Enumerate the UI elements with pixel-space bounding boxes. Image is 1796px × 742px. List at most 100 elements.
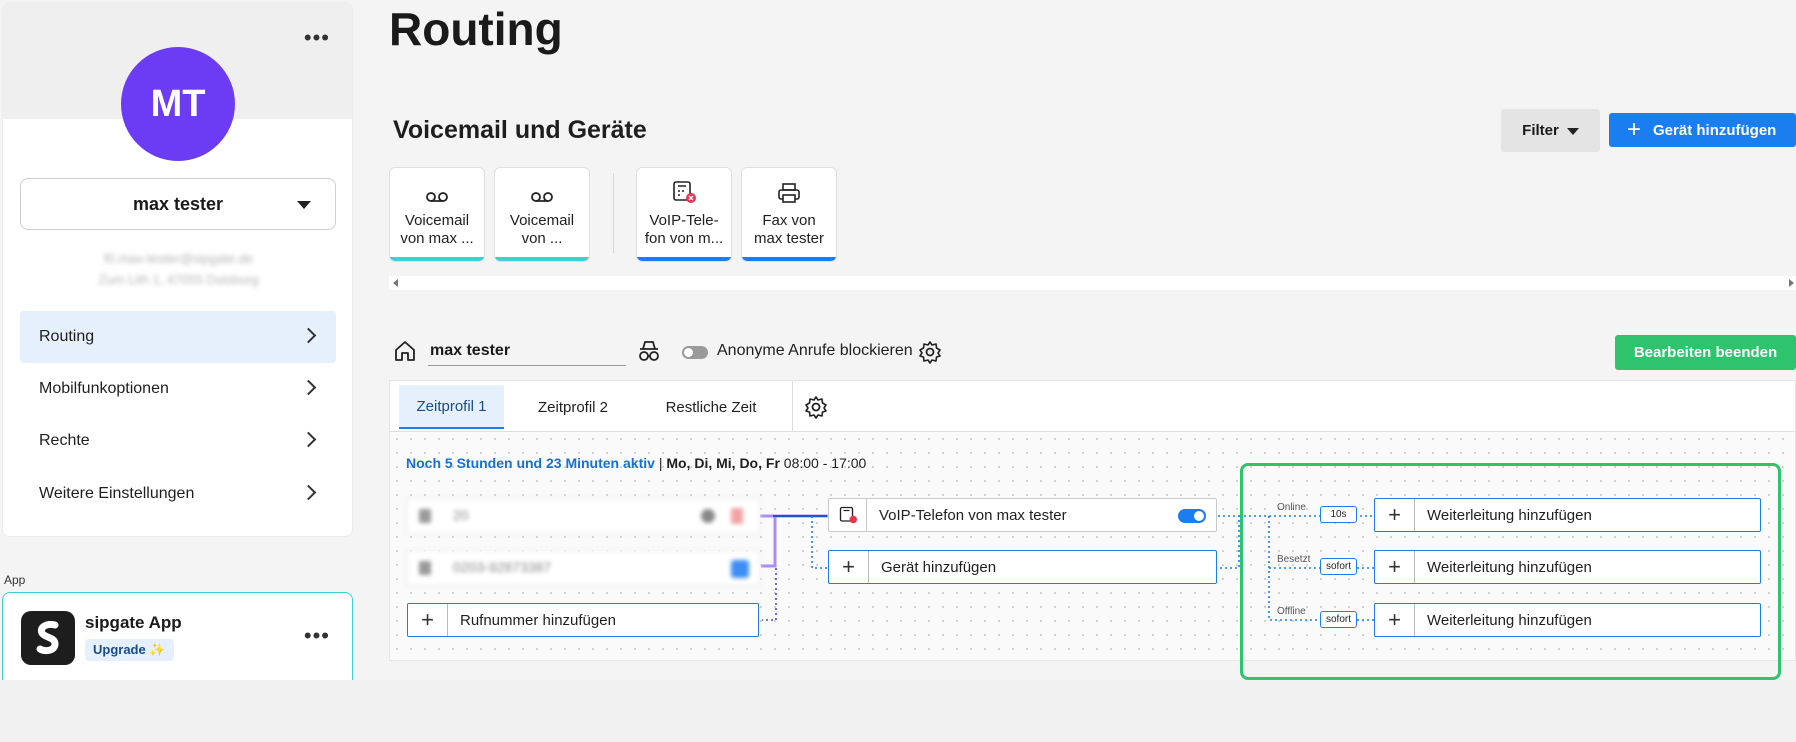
chevron-right-icon <box>300 379 317 396</box>
filter-label: Filter <box>1522 122 1559 139</box>
finish-editing-button[interactable]: Bearbeiten beenden <box>1615 335 1796 370</box>
sidebar-item-label: Rechte <box>39 432 90 449</box>
phone-number-row[interactable]: 20 <box>406 498 760 534</box>
add-device-button[interactable]: + Gerät hinzufügen <box>1609 113 1796 147</box>
plus-icon: + <box>1627 116 1642 143</box>
delete-icon[interactable] <box>731 508 743 524</box>
plus-icon: + <box>1375 499 1415 531</box>
app-card[interactable]: sipgate App Upgrade ✨ ••• <box>2 592 353 682</box>
phone-number: 20 <box>453 507 469 523</box>
upgrade-badge[interactable]: Upgrade ✨ <box>85 639 174 661</box>
voip-device-toggle[interactable] <box>1178 509 1206 523</box>
caret-down-icon <box>1566 128 1579 135</box>
time-profile-tabs: Zeitprofil 1 Zeitprofil 2 Restliche Zeit <box>389 380 1796 433</box>
phone-number: 0203-92873387 <box>453 559 552 575</box>
bottom-area <box>0 680 1796 742</box>
device-card-voicemail-2[interactable]: Voicemail von ... <box>494 167 590 262</box>
landline-icon <box>419 561 431 575</box>
condition-label-besetzt: Besetzt <box>1277 554 1311 565</box>
voip-device-row[interactable]: VoIP-Telefon von max tester <box>828 498 1217 532</box>
scroll-left-icon[interactable] <box>393 279 398 287</box>
voip-phone-icon <box>829 499 867 531</box>
device-type-bar <box>390 257 484 261</box>
chevron-right-icon <box>300 484 317 501</box>
voicemail-icon <box>390 168 484 204</box>
device-type-bar <box>742 257 836 261</box>
voip-device-label: VoIP-Telefon von max tester <box>879 506 1067 524</box>
delay-badge[interactable]: 10s <box>1320 506 1357 523</box>
sidebar-item-weitere-einstellungen[interactable]: Weitere Einstellungen <box>20 468 336 520</box>
device-card-label: Fax von max tester <box>753 212 825 247</box>
add-forwarding-online[interactable]: + Weiterleitung hinzufügen <box>1374 498 1761 532</box>
user-email: f0.max-tester@sipgate.de <box>103 251 254 266</box>
add-forwarding-besetzt[interactable]: + Weiterleitung hinzufügen <box>1374 550 1761 584</box>
device-card-label: Voicemail von max ... <box>400 212 474 247</box>
device-type-bar <box>637 257 731 261</box>
condition-label-online: Online <box>1277 502 1306 513</box>
condition-label-offline: Offline <box>1277 606 1306 617</box>
page-title: Routing <box>389 3 563 55</box>
add-device-row[interactable]: + Gerät hinzufügen <box>828 550 1217 584</box>
plus-icon: + <box>408 604 448 636</box>
tab-divider <box>792 381 793 433</box>
user-select[interactable]: max tester <box>20 178 336 230</box>
anonymous-spy-icon[interactable] <box>636 338 662 369</box>
horizontal-scrollbar[interactable] <box>389 276 1796 290</box>
device-card-voicemail-1[interactable]: Voicemail von max ... <box>389 167 485 262</box>
plus-icon: + <box>1375 551 1415 583</box>
device-type-bar <box>495 257 589 261</box>
delay-badge[interactable]: sofort <box>1320 558 1357 575</box>
device-card-label: VoIP-Tele-fon von m... <box>644 212 724 247</box>
plus-icon: + <box>829 551 869 583</box>
tab-restliche-zeit[interactable]: Restliche Zeit <box>645 385 777 429</box>
sidebar-item-routing[interactable]: Routing <box>20 311 336 363</box>
add-number-label: Rufnummer hinzufügen <box>460 611 616 629</box>
sidebar-item-mobilfunkoptionen[interactable]: Mobilfunkoptionen <box>20 363 336 415</box>
tab-zeitprofil-2[interactable]: Zeitprofil 2 <box>517 385 629 429</box>
sipgate-logo-icon <box>21 611 75 665</box>
routing-profile-name-input[interactable]: max tester <box>428 336 626 366</box>
chevron-right-icon <box>300 431 317 448</box>
sidebar: ••• MT max tester f0.max-tester@sipgate.… <box>2 2 353 537</box>
add-forwarding-offline[interactable]: + Weiterleitung hinzufügen <box>1374 603 1761 637</box>
add-forwarding-label: Weiterleitung hinzufügen <box>1427 506 1592 524</box>
device-card-voip-phone[interactable]: VoIP-Tele-fon von m... <box>636 167 732 262</box>
device-card-fax[interactable]: Fax von max tester <box>741 167 837 262</box>
anonymous-calls-label: Anonyme Anrufe blockieren <box>717 342 913 359</box>
add-device-label: Gerät hinzufügen <box>1653 121 1777 139</box>
user-select-label: max tester <box>132 193 224 214</box>
more-options-icon[interactable]: ••• <box>304 623 330 649</box>
sidebar-item-label: Weitere Einstellungen <box>39 485 195 502</box>
add-forwarding-label: Weiterleitung hinzufügen <box>1427 611 1592 629</box>
delay-badge[interactable]: sofort <box>1320 611 1357 628</box>
sidebar-item-rechte[interactable]: Rechte <box>20 415 336 467</box>
voip-phone-icon <box>637 168 731 204</box>
gear-icon[interactable] <box>918 340 942 369</box>
app-section-label: App <box>4 573 26 587</box>
app-name: sipgate App <box>85 613 182 632</box>
gear-icon[interactable] <box>804 395 828 424</box>
filter-button[interactable]: Filter <box>1501 109 1600 152</box>
tab-zeitprofil-1[interactable]: Zeitprofil 1 <box>399 385 504 429</box>
device-group-divider <box>613 173 614 253</box>
section-title: Voicemail und Geräte <box>393 116 647 144</box>
user-address: Zum Lith 1, 47055 Duisburg <box>98 272 259 287</box>
phone-number-row[interactable]: 0203-92873387 <box>406 550 760 586</box>
avatar: MT <box>121 47 235 161</box>
add-device-row-label: Gerät hinzufügen <box>881 558 997 576</box>
voicemail-icon <box>495 168 589 204</box>
anonymous-calls-toggle[interactable] <box>682 346 708 359</box>
sidebar-item-label: Mobilfunkoptionen <box>39 380 169 397</box>
gear-icon[interactable] <box>701 509 715 523</box>
chevron-right-icon <box>300 327 317 344</box>
add-number-button[interactable]: + Rufnummer hinzufügen <box>407 603 759 637</box>
more-options-icon[interactable]: ••• <box>304 27 330 49</box>
add-forwarding-label: Weiterleitung hinzufügen <box>1427 558 1592 576</box>
printer-icon <box>742 168 836 204</box>
phone-icon <box>419 509 431 523</box>
device-card-label: Voicemail von ... <box>509 212 575 247</box>
chevron-down-icon <box>297 201 311 209</box>
checkbox-icon[interactable] <box>731 560 749 578</box>
scroll-right-icon[interactable] <box>1789 279 1794 287</box>
plus-icon: + <box>1375 604 1415 636</box>
